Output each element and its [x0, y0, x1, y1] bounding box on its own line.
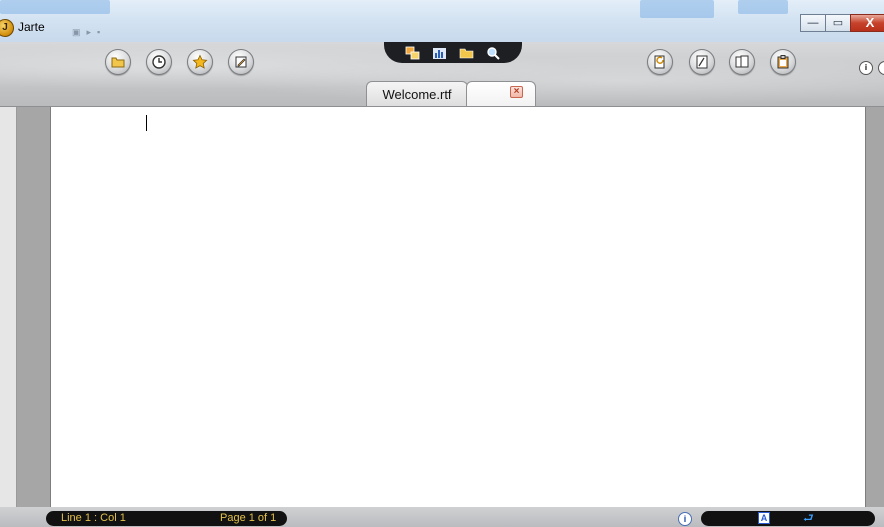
refresh-document-icon — [654, 55, 665, 69]
center-toolbar — [384, 42, 522, 63]
two-pages-icon — [735, 55, 749, 68]
window-title: Jarte — [18, 20, 45, 34]
maximize-button[interactable]: ▭ — [825, 14, 851, 32]
word-wrap-icon[interactable]: ⮐ — [803, 511, 814, 526]
status-bar: Line 1 : Col 1 Page 1 of 1 i A ⮐ — [0, 507, 884, 527]
document-editor[interactable] — [50, 107, 866, 507]
font-icon[interactable]: A — [758, 512, 770, 524]
page-layout-icon — [696, 55, 708, 69]
background-window-shadow — [738, 0, 788, 14]
text-caret — [146, 115, 147, 131]
find-magnifier-icon[interactable] — [486, 46, 501, 60]
edit-notes-button[interactable] — [228, 49, 254, 75]
close-icon: X — [865, 15, 875, 30]
tab-welcome[interactable]: Welcome.rtf — [366, 81, 468, 106]
clipboard-button[interactable] — [770, 49, 796, 75]
folder-icon[interactable] — [459, 46, 474, 60]
toolbar: i i Welcome.rtf × — [0, 42, 884, 107]
minimize-button[interactable]: — — [800, 14, 826, 32]
cursor-position[interactable]: Line 1 : Col 1 — [61, 511, 126, 526]
tab-new-document[interactable]: × — [466, 81, 536, 106]
edit-pencil-icon — [235, 56, 247, 68]
title-bar: J Jarte ▣▸▪ — ▭ X — [0, 0, 884, 42]
two-pages-button[interactable] — [729, 49, 755, 75]
close-button[interactable]: X — [850, 14, 884, 32]
background-window-shadow — [640, 0, 714, 18]
minimize-icon: — — [807, 17, 819, 29]
recent-files-button[interactable] — [146, 49, 172, 75]
clock-icon — [152, 55, 166, 69]
left-ruler-strip — [0, 107, 17, 507]
quick-access-toolbar: ▣▸▪ — [72, 27, 107, 37]
chart-icon[interactable] — [432, 46, 447, 60]
close-tab-icon[interactable]: × — [510, 86, 523, 98]
app-logo-icon[interactable]: J — [0, 19, 14, 37]
left-margin-gutter — [17, 107, 50, 507]
info-icon[interactable]: i — [859, 61, 873, 75]
favorites-button[interactable] — [187, 49, 213, 75]
maximize-icon: ▭ — [832, 17, 844, 29]
info-icon[interactable]: i — [878, 61, 884, 75]
background-window-shadow — [0, 0, 110, 14]
refresh-document-button[interactable] — [647, 49, 673, 75]
star-icon — [192, 54, 208, 69]
page-count[interactable]: Page 1 of 1 — [220, 511, 276, 526]
status-tools-pill: A ⮐ — [701, 511, 875, 526]
clipboard-icon — [777, 55, 789, 69]
info-icon[interactable]: i — [678, 512, 692, 526]
right-margin-gutter — [866, 107, 884, 507]
open-folder-icon — [111, 57, 125, 68]
compare-windows-icon[interactable] — [405, 46, 420, 60]
open-file-button[interactable] — [105, 49, 131, 75]
window-controls: — ▭ X — [800, 14, 884, 33]
status-position-pill: Line 1 : Col 1 Page 1 of 1 — [46, 511, 287, 526]
page-layout-button[interactable] — [689, 49, 715, 75]
